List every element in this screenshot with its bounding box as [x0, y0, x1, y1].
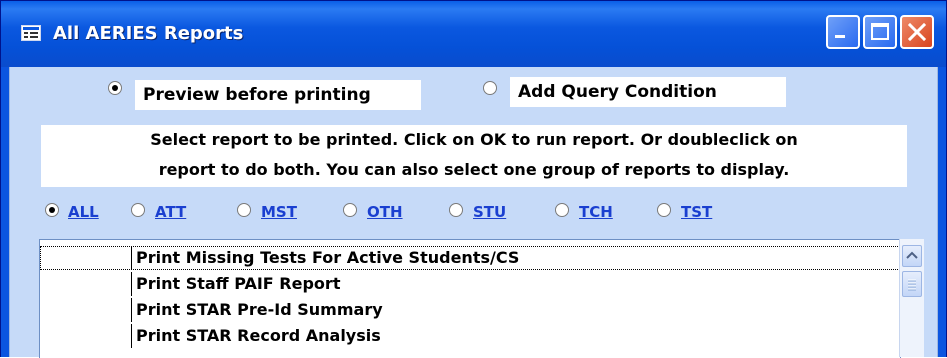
maximize-icon — [871, 23, 889, 40]
query-radio[interactable] — [483, 81, 497, 95]
app-window-icon — [21, 25, 41, 41]
group-radio-att[interactable] — [131, 203, 145, 217]
scroll-grip-icon — [908, 279, 916, 291]
group-label-all[interactable]: ALL — [68, 203, 99, 221]
report-row[interactable]: Print Staff PAIF Report — [40, 272, 916, 296]
maximize-button[interactable] — [863, 15, 897, 49]
group-radio-tst[interactable] — [657, 203, 671, 217]
row-separator — [131, 298, 132, 322]
group-radio-all[interactable] — [45, 203, 59, 217]
group-label-att[interactable]: ATT — [155, 203, 186, 221]
group-radio-oth[interactable] — [343, 203, 357, 217]
instructions-box: Select report to be printed. Click on OK… — [41, 125, 907, 187]
report-list[interactable]: Print Missing Tests For Active Students/… — [39, 239, 916, 358]
window-border-left — [1, 67, 9, 357]
report-list-scrollbar[interactable] — [899, 239, 924, 357]
chevron-up-icon — [906, 251, 918, 259]
close-icon — [907, 22, 927, 42]
row-separator — [131, 324, 132, 348]
group-label-tst[interactable]: TST — [681, 203, 712, 221]
group-radio-tch[interactable] — [555, 203, 569, 217]
report-row[interactable]: Print Missing Tests For Active Students/… — [40, 246, 916, 270]
instructions-line-1: Select report to be printed. Click on OK… — [150, 130, 798, 149]
query-option-label[interactable]: Add Query Condition — [510, 77, 786, 107]
scroll-thumb[interactable] — [902, 271, 922, 297]
group-label-mst[interactable]: MST — [261, 203, 297, 221]
row-separator — [131, 246, 132, 270]
report-row[interactable]: Print STAR Record Analysis — [40, 324, 916, 348]
preview-option-label[interactable]: Preview before printing — [135, 80, 421, 110]
group-radio-stu[interactable] — [449, 203, 463, 217]
group-radio-mst[interactable] — [237, 203, 251, 217]
minimize-icon — [835, 35, 845, 38]
title-bar[interactable]: All AERIES Reports — [1, 1, 946, 67]
report-window: All AERIES Reports Preview before printi… — [0, 0, 947, 358]
group-label-tch[interactable]: TCH — [579, 203, 613, 221]
group-label-stu[interactable]: STU — [473, 203, 506, 221]
scroll-up-button[interactable] — [902, 245, 922, 267]
window-title: All AERIES Reports — [53, 23, 244, 44]
window-border-right — [938, 67, 946, 357]
report-name: Print Staff PAIF Report — [136, 274, 341, 293]
report-name: Print Missing Tests For Active Students/… — [136, 248, 520, 267]
group-label-oth[interactable]: OTH — [367, 203, 403, 221]
row-separator — [131, 272, 132, 296]
close-button[interactable] — [900, 15, 934, 49]
preview-radio[interactable] — [108, 81, 122, 95]
minimize-button[interactable] — [826, 15, 860, 49]
report-name: Print STAR Record Analysis — [136, 326, 381, 345]
report-name: Print STAR Pre-Id Summary — [136, 300, 383, 319]
report-row[interactable]: Print STAR Pre-Id Summary — [40, 298, 916, 322]
instructions-line-2: report to do both. You can also select o… — [158, 160, 790, 179]
